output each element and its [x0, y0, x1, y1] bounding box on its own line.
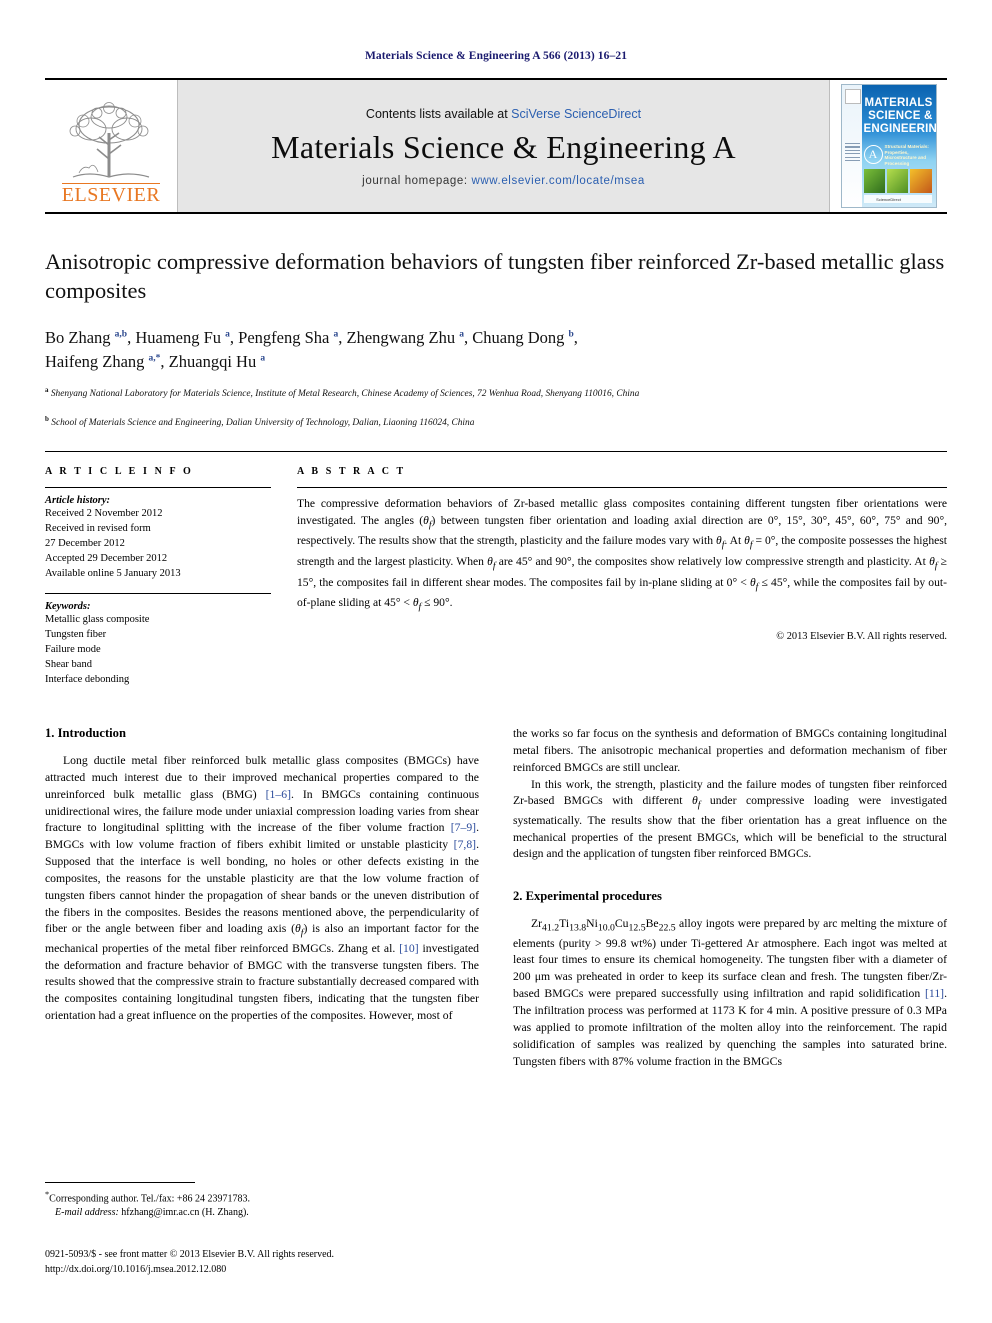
cover-title-line2: SCIENCE &	[868, 109, 933, 122]
cover-micrograph-3	[909, 169, 932, 193]
keywords-label: Keywords:	[45, 601, 91, 613]
sciencedirect-link[interactable]: SciVerse ScienceDirect	[511, 107, 641, 121]
doi-line[interactable]: http://dx.doi.org/10.1016/j.msea.2012.12…	[45, 1263, 605, 1278]
keyword-4: Interface debonding	[45, 674, 130, 686]
cover-title-line3: ENGINEERING	[863, 122, 937, 135]
abstract-rule	[297, 486, 947, 488]
cover-editor-lines	[844, 143, 860, 163]
article-info-column: A R T I C L E I N F O Article history: R…	[45, 466, 295, 688]
cover-title: MATERIALS SCIENCE & ENGINEERING	[863, 97, 937, 136]
experimental-paragraph-1: Zr41.2Ti13.8Ni10.0Cu12.5Be22.5 alloy ing…	[513, 917, 947, 1068]
cover-title-line1: MATERIALS	[864, 97, 933, 109]
article-history-2: 27 December 2012	[45, 537, 125, 549]
article-history-3: Accepted 29 December 2012	[45, 552, 168, 564]
journal-homepage-line: journal homepage: www.elsevier.com/locat…	[362, 175, 645, 187]
body-columns: 1. Introduction Long ductile metal fiber…	[45, 726, 947, 1070]
cover-series-badge: A	[863, 145, 883, 164]
running-head: Materials Science & Engineering A 566 (2…	[364, 50, 628, 62]
journal-title: Materials Science & Engineering A	[271, 129, 736, 165]
affiliation-a: a Shenyang National Laboratory for Mater…	[45, 386, 640, 400]
cover-subtitle: Structural Materials: Properties, Micros…	[884, 144, 929, 167]
abstract-copyright: © 2013 Elsevier B.V. All rights reserved…	[776, 630, 947, 642]
affiliation-b-text: School of Materials Science and Engineer…	[51, 418, 475, 429]
elsevier-wordmark: ELSEVIER	[61, 183, 161, 206]
journal-masthead: ELSEVIER Contents lists available at Sci…	[45, 78, 947, 214]
abstract-heading: A B S T R A C T	[297, 465, 406, 477]
keyword-3: Shear band	[45, 659, 92, 671]
body-column-left: 1. Introduction Long ductile metal fiber…	[45, 726, 479, 1070]
abstract-body: The compressive deformation behaviors of…	[297, 496, 947, 613]
abstract-column: A B S T R A C T The compressive deformat…	[295, 466, 947, 688]
article-history-0: Received 2 November 2012	[45, 507, 163, 519]
keywords-rule	[45, 593, 271, 595]
cover-micrographs	[863, 169, 932, 193]
intro-paragraph-1: Long ductile metal fiber reinforced bulk…	[45, 754, 479, 1023]
masthead-center: Contents lists available at SciVerse Sci…	[178, 80, 829, 212]
heading-experimental: 2. Experimental procedures	[513, 889, 662, 904]
journal-cover-thumbnail[interactable]: MATERIALS SCIENCE & ENGINEERING A Struct…	[829, 80, 947, 212]
article-history-1: Received in revised form	[45, 522, 151, 534]
article-history-label: Article history:	[45, 494, 111, 506]
corresponding-author-note: *Corresponding author. Tel./fax: +86 24 …	[45, 1190, 251, 1205]
homepage-prefix: journal homepage:	[362, 175, 472, 187]
cover-image: MATERIALS SCIENCE & ENGINEERING A Struct…	[840, 84, 937, 208]
intro-paragraph-3: In this work, the strength, plasticity a…	[513, 777, 947, 861]
issn-line: 0921-5093/$ - see front matter © 2013 El…	[45, 1249, 335, 1260]
body-column-right: the works so far focus on the synthesis …	[513, 726, 947, 1070]
footnote-rule	[45, 1182, 195, 1183]
keywords-block: Keywords: Metallic glass composite Tungs…	[45, 593, 271, 688]
section-divider-top	[45, 450, 947, 452]
heading-introduction: 1. Introduction	[45, 726, 126, 740]
page-footer: 0921-5093/$ - see front matter © 2013 El…	[45, 1248, 605, 1277]
elsevier-logo: ELSEVIER	[45, 80, 178, 212]
page-title: Anisotropic compressive deformation beha…	[45, 249, 945, 303]
article-info-heading: A R T I C L E I N F O	[45, 465, 194, 477]
article-history-4: Available online 5 January 2013	[45, 567, 181, 579]
keyword-0: Metallic glass composite	[45, 614, 150, 626]
cover-footer-text: ScienceDirect	[876, 197, 901, 202]
contents-prefix: Contents lists available at	[365, 107, 512, 121]
keyword-1: Tungsten fiber	[45, 629, 107, 641]
homepage-url[interactable]: www.elsevier.com/locate/msea	[471, 175, 644, 187]
intro-paragraph-2: the works so far focus on the synthesis …	[513, 727, 947, 774]
info-abstract-row: A R T I C L E I N F O Article history: R…	[45, 466, 947, 688]
cover-micrograph-2	[886, 169, 909, 193]
affiliation-a-text: Shenyang National Laboratory for Materia…	[50, 389, 640, 400]
keyword-2: Failure mode	[45, 644, 101, 656]
title-block: Anisotropic compressive deformation beha…	[45, 248, 947, 431]
contents-line: Contents lists available at SciVerse Sci…	[366, 107, 641, 121]
affiliation-b: b School of Materials Science and Engine…	[45, 415, 475, 429]
cover-elsevier-icon	[844, 89, 861, 104]
article-info-rule	[45, 486, 271, 488]
cover-micrograph-1	[863, 169, 886, 193]
email-note[interactable]: E-mail address: hfzhang@imr.ac.cn (H. Zh…	[45, 1206, 485, 1220]
author-list: Bo Zhang a,b, Huameng Fu a, Pengfeng Sha…	[45, 327, 578, 371]
footnote-block: *Corresponding author. Tel./fax: +86 24 …	[45, 1182, 485, 1220]
elsevier-tree-icon	[69, 102, 150, 178]
paper-page: Materials Science & Engineering A 566 (2…	[0, 0, 992, 1323]
